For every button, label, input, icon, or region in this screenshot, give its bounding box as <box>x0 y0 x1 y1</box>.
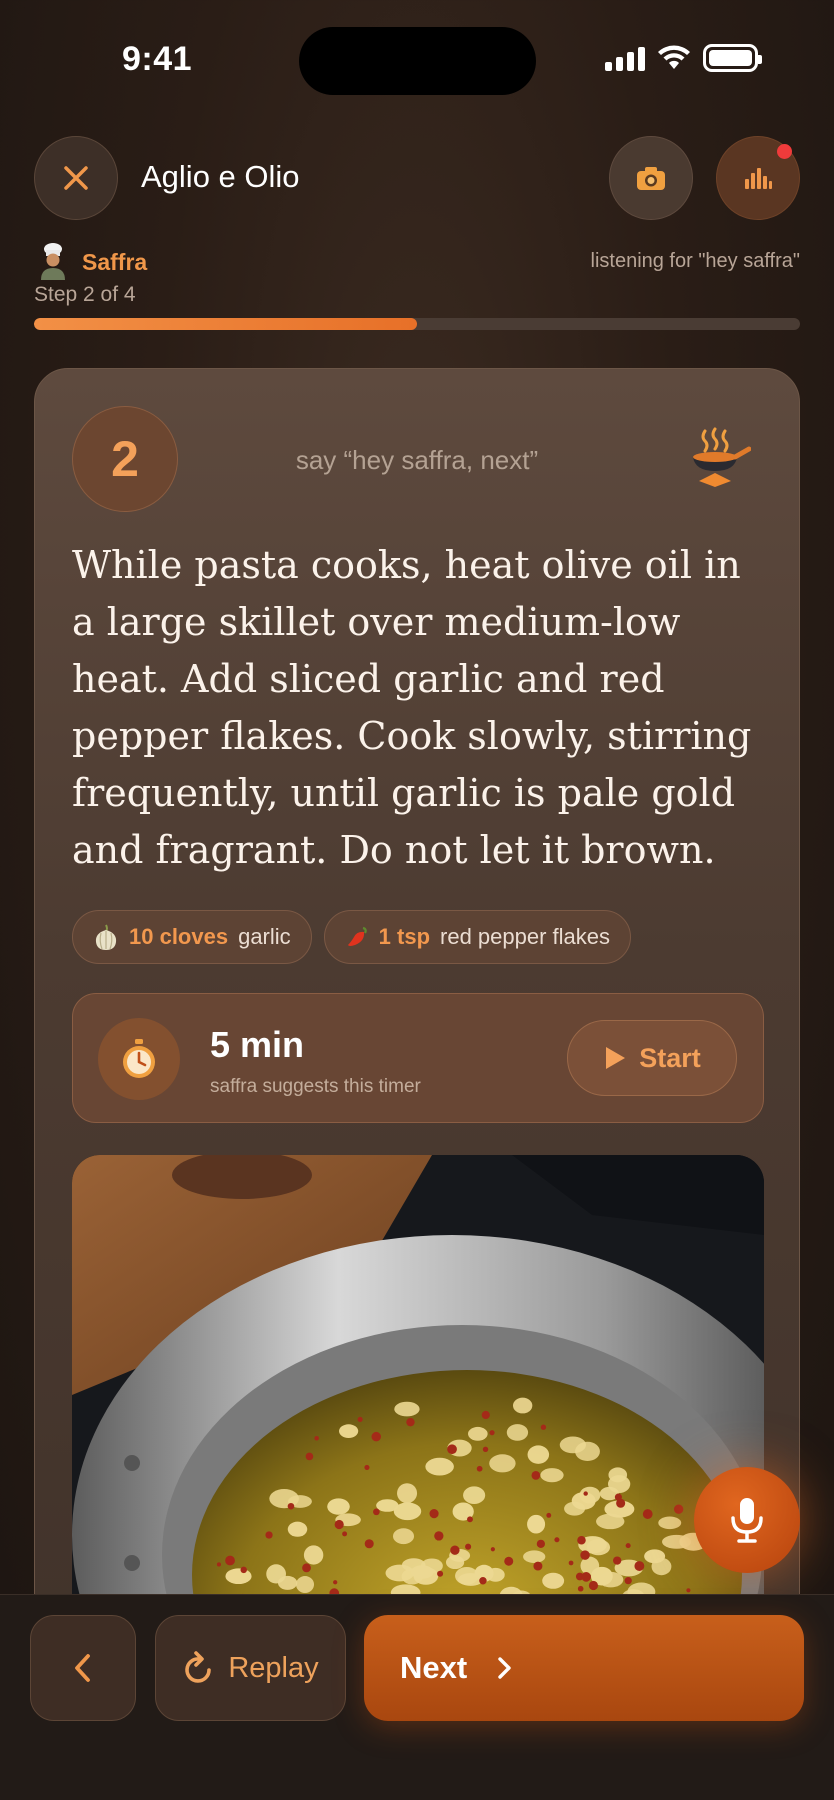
ingredient-chip[interactable]: 1 tsp red pepper flakes <box>323 910 632 964</box>
microphone-icon <box>731 1498 763 1543</box>
replay-button[interactable]: Replay <box>155 1615 346 1721</box>
assistant-row: Saffra <box>38 243 147 281</box>
step-progress-bar <box>34 318 800 330</box>
timer-duration: 5 min <box>210 1024 305 1065</box>
start-timer-label: Start <box>639 1042 701 1073</box>
timer-suggestion: saffra suggests this timer <box>210 1076 421 1097</box>
cellular-signal-icon <box>605 45 645 71</box>
close-button[interactable] <box>34 136 118 220</box>
close-icon <box>64 166 88 190</box>
microphone-button[interactable] <box>694 1467 800 1573</box>
status-time: 9:41 <box>122 40 193 78</box>
previous-step-button[interactable] <box>30 1615 136 1721</box>
bottom-navigation-bar: Replay Next <box>0 1594 834 1800</box>
recording-indicator-dot <box>777 144 792 159</box>
listening-status: listening for "hey saffra" <box>590 250 801 272</box>
step-label: Step 2 of 4 <box>34 283 136 306</box>
camera-icon <box>637 167 665 190</box>
chili-icon <box>347 926 367 946</box>
assistant-name: Saffra <box>82 248 148 275</box>
ingredient-quantity: 10 cloves <box>129 924 229 949</box>
replay-icon <box>185 1651 212 1683</box>
voice-hint: say “hey saffra, next” <box>295 445 539 475</box>
audio-levels-icon <box>745 168 772 189</box>
chevron-right-icon <box>498 1657 511 1679</box>
next-label: Next <box>400 1650 468 1685</box>
step-card: 2 say “hey saffra, next” While pasta coo… <box>34 368 800 1800</box>
recipe-title: Aglio e Olio <box>141 159 300 194</box>
cooking-pan-icon <box>693 427 751 487</box>
timer-card: 5 min saffra suggests this timer Start <box>72 993 764 1123</box>
step-progress-fill <box>34 318 417 330</box>
audio-button[interactable] <box>716 136 800 220</box>
step-instruction: While pasta cooks, heat olive oil in a l… <box>72 543 752 872</box>
ingredient-chip[interactable]: 10 cloves garlic <box>72 910 312 964</box>
replay-label: Replay <box>228 1651 319 1684</box>
timer-icon-badge <box>98 1018 180 1100</box>
ingredient-chips: 10 cloves garlic 1 tsp red pepper flakes <box>72 910 632 964</box>
ingredient-name: garlic <box>238 924 291 949</box>
stopwatch-icon <box>123 1039 155 1078</box>
chevron-left-icon <box>75 1654 90 1682</box>
dynamic-island <box>299 27 536 95</box>
status-bar: 9:41 <box>0 0 834 120</box>
play-icon <box>606 1047 626 1069</box>
ingredient-name: red pepper flakes <box>440 924 611 949</box>
chef-avatar-icon <box>41 243 65 280</box>
next-step-button[interactable]: Next <box>364 1615 804 1721</box>
battery-icon <box>703 44 762 72</box>
wifi-icon <box>658 45 690 69</box>
start-timer-button[interactable]: Start <box>567 1020 737 1096</box>
status-icons <box>605 44 762 72</box>
ingredient-quantity: 1 tsp <box>378 924 431 949</box>
camera-button[interactable] <box>609 136 693 220</box>
garlic-icon <box>95 924 117 950</box>
